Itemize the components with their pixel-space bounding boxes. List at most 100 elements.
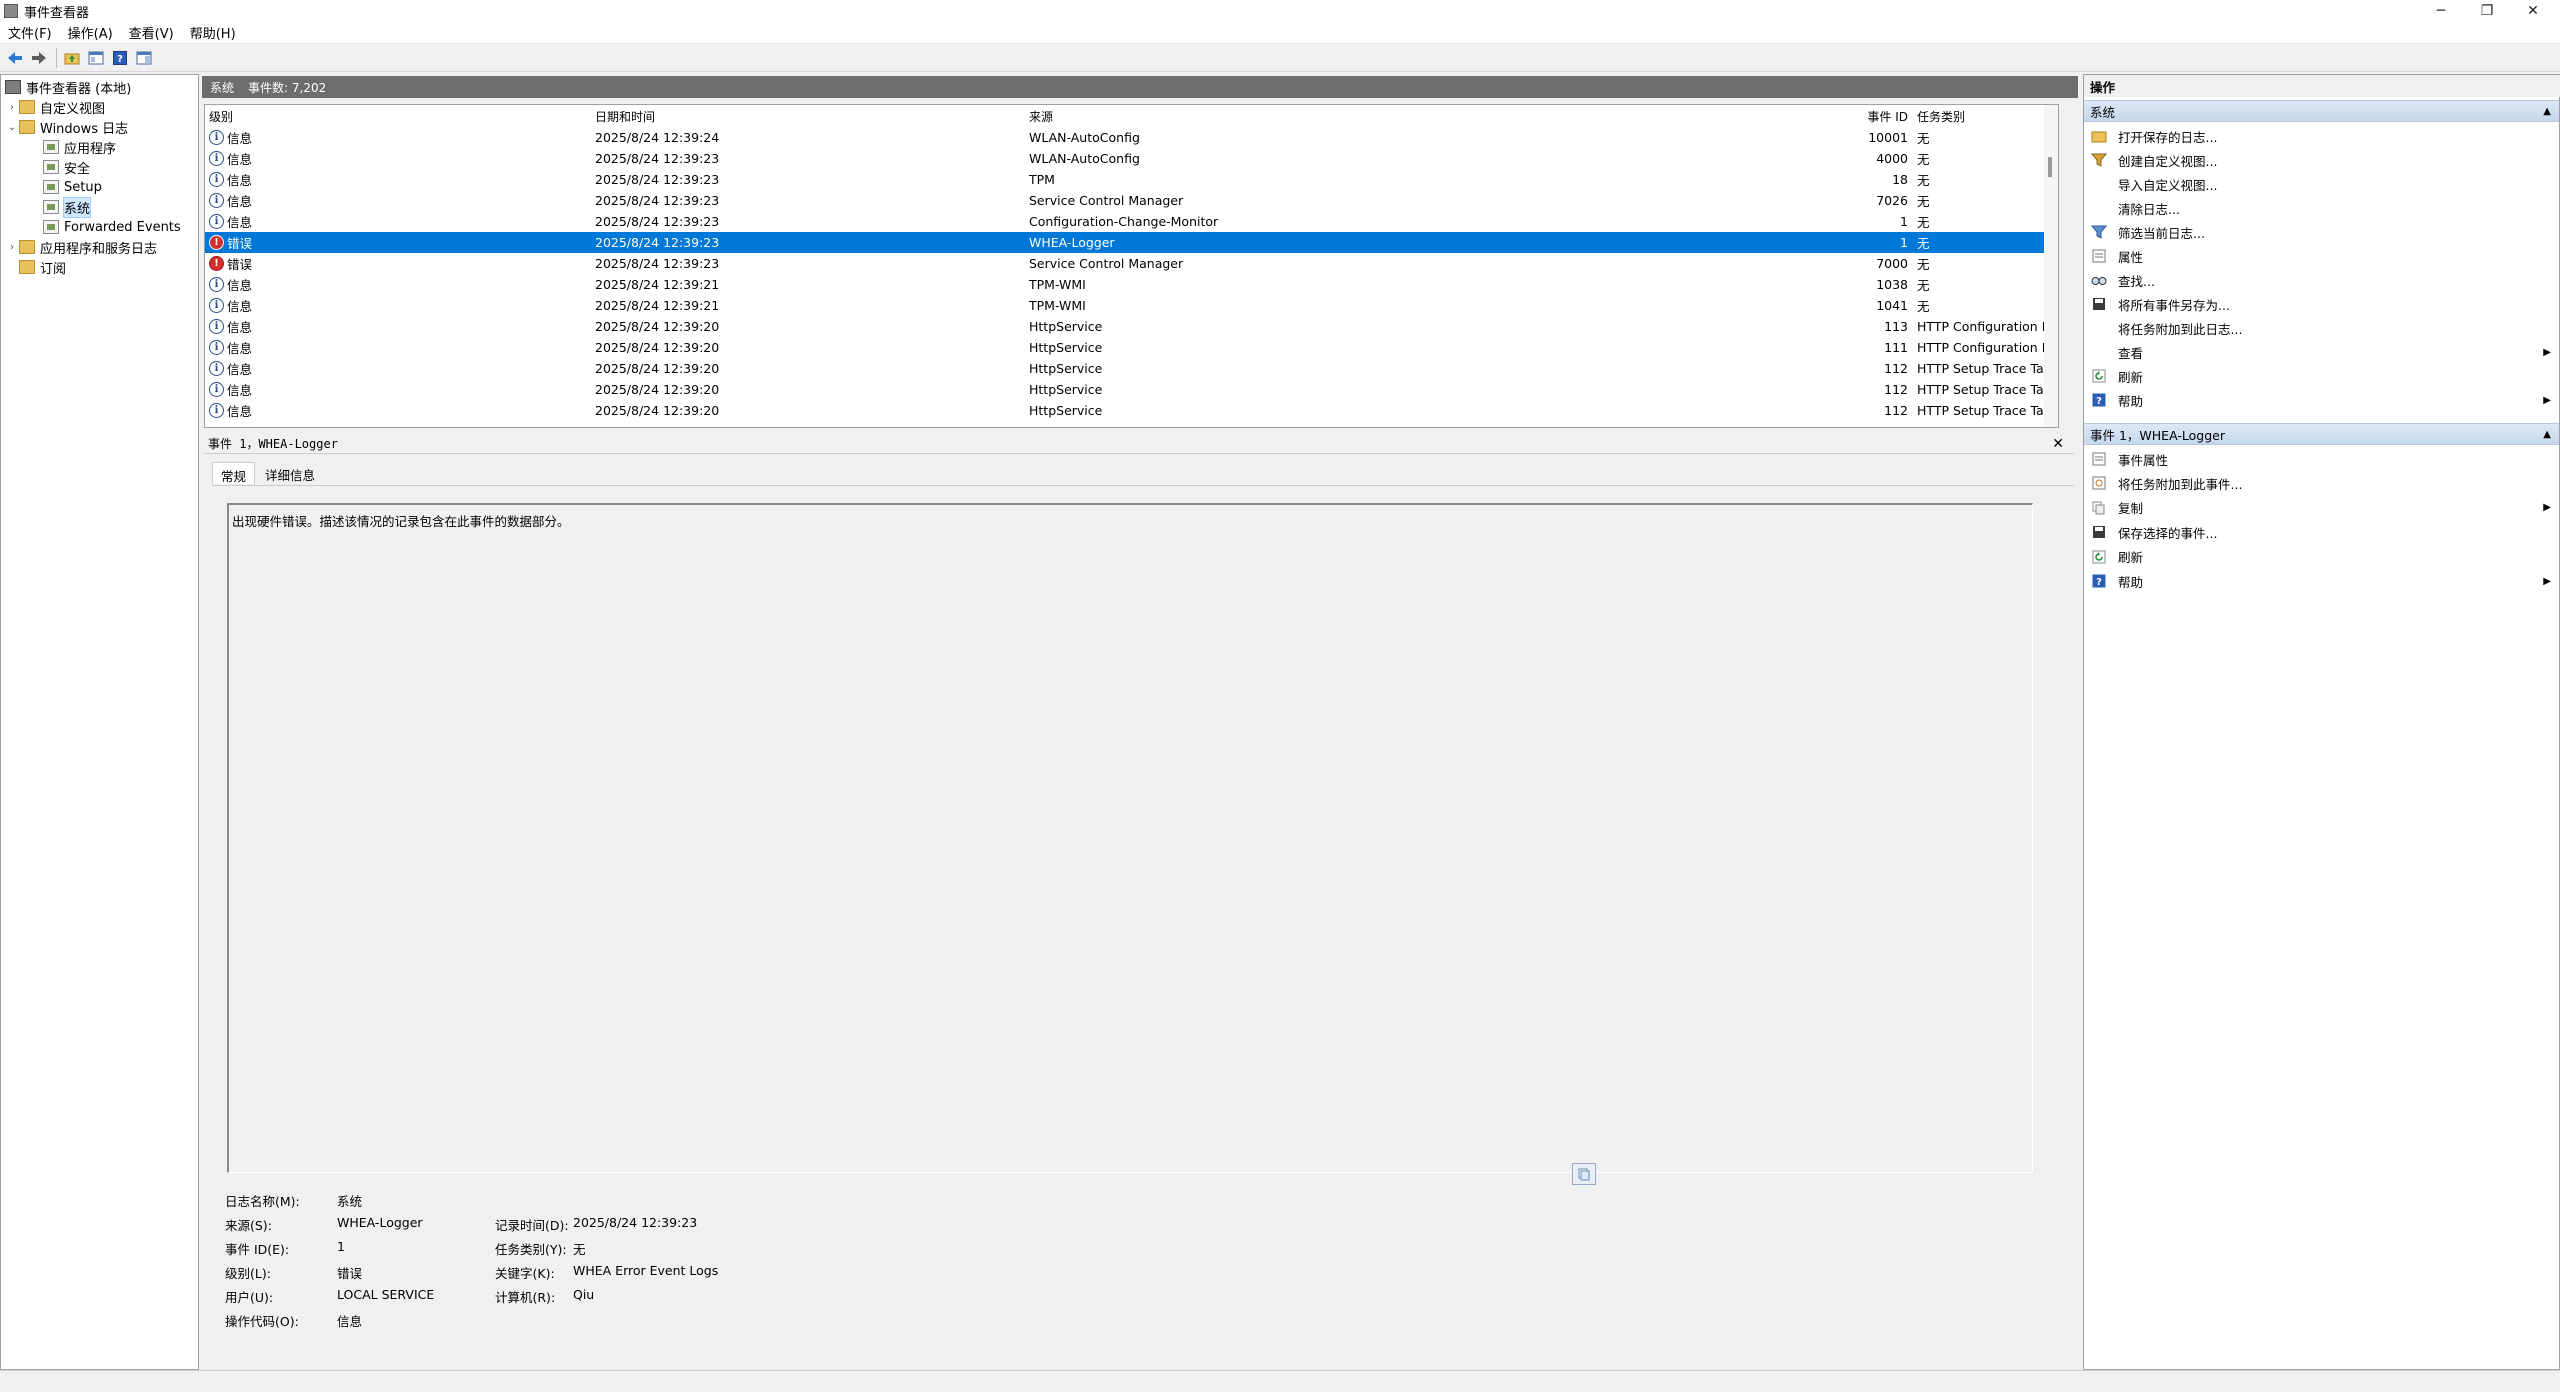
- tab-details[interactable]: 详细信息: [257, 462, 323, 484]
- cell-event-id: 10001: [1868, 130, 1908, 145]
- chevron-down-icon[interactable]: ⌄: [5, 122, 19, 133]
- menu-action[interactable]: 操作(A): [60, 23, 121, 42]
- cell-event-id: 112: [1884, 382, 1908, 397]
- event-row[interactable]: i 信息 2025/8/24 12:39:23 Service Control Man…: [205, 190, 2055, 211]
- chevron-right-icon[interactable]: ›: [5, 242, 19, 253]
- column-header-level[interactable]: 级别: [209, 105, 233, 127]
- action-item[interactable]: 打开保存的日志...: [2084, 124, 2559, 148]
- event-row[interactable]: i 信息 2025/8/24 12:39:20 HttpService 113 HTTP …: [205, 316, 2058, 337]
- action-item[interactable]: 保存选择的事件...: [2084, 520, 2559, 544]
- event-list-scrollbar[interactable]: [2044, 105, 2058, 427]
- action-item[interactable]: 属性: [2084, 244, 2559, 268]
- help-icon: ?: [2090, 391, 2108, 409]
- help-toolbar-button[interactable]: ?: [109, 47, 131, 69]
- action-item[interactable]: 复制 ▶: [2084, 496, 2559, 520]
- action-item[interactable]: 导入自定义视图...: [2084, 172, 2559, 196]
- column-header-task[interactable]: 任务类别: [1917, 105, 1965, 127]
- collapse-up-icon[interactable]: ▲: [2543, 429, 2551, 440]
- cell-source: TPM-WMI: [1029, 298, 1086, 313]
- event-row[interactable]: i 信息 2025/8/24 12:39:20 HttpService 112 HTTP …: [205, 400, 2057, 421]
- log-icon: [43, 200, 59, 214]
- tree-item-root[interactable]: 事件查看器 (本地): [5, 77, 131, 97]
- close-detail-icon[interactable]: ✕: [2052, 436, 2064, 452]
- forward-button[interactable]: [28, 47, 50, 69]
- menu-file[interactable]: 文件(F): [0, 23, 60, 42]
- info-icon: i: [209, 151, 224, 166]
- back-button[interactable]: [4, 47, 26, 69]
- event-row[interactable]: i 信息 2025/8/24 12:39:21 TPM-WMI 1041 无: [205, 295, 2055, 316]
- menu-help[interactable]: 帮助(H): [182, 23, 244, 42]
- event-row[interactable]: i 信息 2025/8/24 12:39:20 HttpService 111 HTTP …: [205, 337, 2058, 358]
- action-item[interactable]: 将任务附加到此日志...: [2084, 316, 2559, 340]
- cell-event-id: 1038: [1876, 277, 1908, 292]
- chevron-right-icon[interactable]: ›: [5, 102, 19, 113]
- column-header-event-id[interactable]: 事件 ID: [1705, 105, 1908, 127]
- minimize-button[interactable]: ─: [2418, 0, 2464, 22]
- cell-date: 2025/8/24 12:39:23: [595, 235, 720, 250]
- event-row[interactable]: ! 错误 2025/8/24 12:39:23 Service Control Man…: [205, 253, 2055, 274]
- value-task: 无: [573, 1242, 586, 1257]
- tree-item-system[interactable]: 系统: [43, 196, 92, 218]
- actions-pane: 操作 系统 ▲ 打开保存的日志... 创建自定义视图... 导入自定义视图... 清除…: [2083, 74, 2560, 1370]
- action-item[interactable]: 刷新: [2084, 545, 2559, 569]
- up-folder-button[interactable]: [61, 47, 83, 69]
- tree-item-security[interactable]: 安全: [43, 157, 90, 177]
- tab-general[interactable]: 常规: [212, 462, 256, 484]
- tree-item-setup[interactable]: Setup: [43, 177, 102, 197]
- column-header-date[interactable]: 日期和时间: [595, 105, 655, 127]
- cell-event-id: 1041: [1876, 298, 1908, 313]
- tree-item-windows-logs[interactable]: ⌄ Windows 日志: [5, 117, 128, 137]
- info-icon: i: [209, 193, 224, 208]
- tree-item-subscriptions[interactable]: 订阅: [19, 257, 66, 277]
- cell-date: 2025/8/24 12:39:21: [595, 277, 720, 292]
- column-header-source[interactable]: 来源: [1029, 105, 1053, 127]
- action-item[interactable]: 事件属性: [2084, 447, 2559, 471]
- label-logged: 记录时间(D):: [495, 1218, 569, 1233]
- restore-button[interactable]: ❐: [2464, 0, 2510, 22]
- submenu-arrow-icon: ▶: [2543, 346, 2551, 358]
- action-item[interactable]: 刷新: [2084, 364, 2559, 388]
- cell-event-id: 1: [1900, 235, 1908, 250]
- value-keywords: WHEA Error Event Logs: [573, 1263, 719, 1278]
- event-row[interactable]: i 信息 2025/8/24 12:39:23 Configuration-Chang…: [205, 211, 2055, 232]
- action-item[interactable]: 查找...: [2084, 268, 2559, 292]
- cell-source: Service Control Manager: [1029, 193, 1184, 208]
- menu-view[interactable]: 查看(V): [121, 23, 182, 42]
- tree-item-application[interactable]: 应用程序: [43, 137, 116, 157]
- tree-item-custom-views[interactable]: › 自定义视图: [5, 97, 105, 117]
- event-row[interactable]: i 信息 2025/8/24 12:39:21 TPM-WMI 1038 无: [205, 274, 2055, 295]
- info-icon: i: [209, 382, 224, 397]
- show-hide-tree-button[interactable]: [85, 47, 107, 69]
- close-window-button[interactable]: ✕: [2510, 0, 2556, 22]
- actions-section-event[interactable]: 事件 1，WHEA-Logger ▲: [2084, 423, 2559, 445]
- value-level: 错误: [337, 1266, 363, 1281]
- filter-create-icon: [2090, 151, 2108, 169]
- action-item[interactable]: ? 帮助 ▶: [2084, 569, 2559, 593]
- action-item[interactable]: ? 帮助 ▶: [2084, 388, 2559, 412]
- action-item[interactable]: 将任务附加到此事件...: [2084, 471, 2559, 495]
- info-icon: i: [209, 214, 224, 229]
- event-row[interactable]: i 信息 2025/8/24 12:39:20 HttpService 112 HTTP …: [205, 358, 2057, 379]
- tree-item-app-service-logs[interactable]: › 应用程序和服务日志: [5, 237, 157, 257]
- scrollbar-thumb[interactable]: [2048, 157, 2052, 177]
- action-item[interactable]: 清除日志...: [2084, 196, 2559, 220]
- event-description-box[interactable]: 出现硬件错误。描述该情况的记录包含在此事件的数据部分。: [227, 503, 2033, 1173]
- event-row[interactable]: i 信息 2025/8/24 12:39:23 WLAN-AutoConfig 4000…: [205, 148, 2055, 169]
- collapse-up-icon[interactable]: ▲: [2543, 106, 2551, 117]
- show-hide-actions-button[interactable]: [133, 47, 155, 69]
- copy-details-icon[interactable]: [1572, 1163, 1596, 1185]
- title-bar: 事件查看器 ─ ❐ ✕: [0, 0, 2560, 22]
- event-row[interactable]: i 信息 2025/8/24 12:39:24 WLAN-AutoConfig 1000…: [205, 127, 2055, 148]
- action-item[interactable]: 将所有事件另存为...: [2084, 292, 2559, 316]
- action-item[interactable]: 创建自定义视图...: [2084, 148, 2559, 172]
- cell-level: i 信息: [209, 169, 252, 190]
- event-row[interactable]: ! 错误 2025/8/24 12:39:23 WHEA-Logger 1 无: [205, 232, 2055, 253]
- label-keywords: 关键字(K):: [495, 1266, 555, 1281]
- actions-section-system[interactable]: 系统 ▲: [2084, 100, 2559, 122]
- event-row[interactable]: i 信息 2025/8/24 12:39:20 HttpService 112 HTTP …: [205, 379, 2057, 400]
- cell-date: 2025/8/24 12:39:23: [595, 214, 720, 229]
- tree-item-forwarded-events[interactable]: Forwarded Events: [43, 217, 181, 237]
- action-item[interactable]: 查看 ▶: [2084, 340, 2559, 364]
- event-row[interactable]: i 信息 2025/8/24 12:39:23 TPM 18 无: [205, 169, 2055, 190]
- action-item[interactable]: 筛选当前日志...: [2084, 220, 2559, 244]
